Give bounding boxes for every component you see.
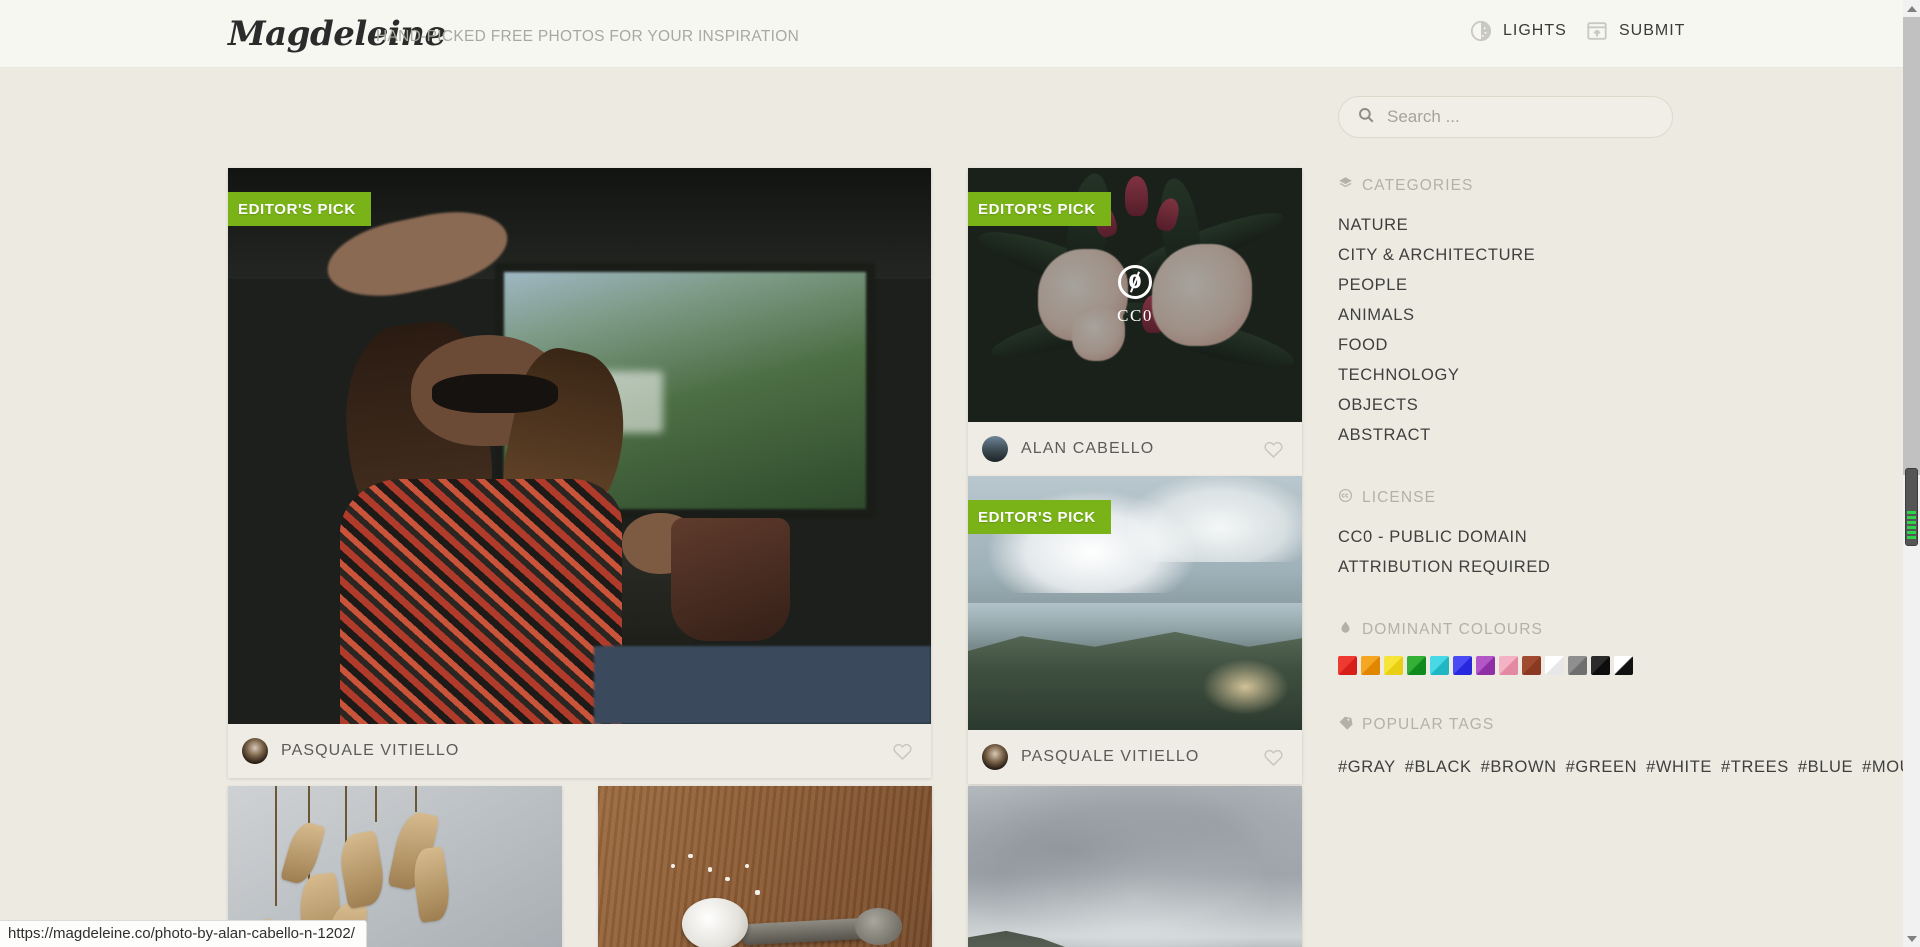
dominant-colours-section: DOMINANT COLOURS — [1338, 620, 1678, 675]
colour-swatch-green[interactable] — [1407, 656, 1426, 675]
favorite-heart-icon[interactable] — [1263, 439, 1284, 460]
sidebar: CATEGORIES NATURE CITY & ARCHITECTURE PE… — [1338, 96, 1920, 786]
colour-swatch-pink[interactable] — [1499, 656, 1518, 675]
lights-contrast-icon — [1470, 20, 1492, 42]
site-header: Magdeleine HAND-PICKED FREE PHOTOS FOR Y… — [0, 0, 1903, 68]
droplet-icon — [1338, 620, 1353, 640]
scroll-up-arrow-icon[interactable] — [1903, 0, 1920, 17]
search-icon — [1357, 106, 1375, 129]
popular-tag-white[interactable]: #WHITE — [1646, 758, 1712, 776]
license-item-attribution[interactable]: ATTRIBUTION REQUIRED — [1338, 552, 1678, 582]
photo-author-name[interactable]: ALAN CABELLO — [1021, 440, 1154, 458]
photo-image-moody-beach — [968, 786, 1302, 947]
submit-photo-button[interactable]: SUBMIT — [1586, 20, 1685, 42]
scrollbar-thumb[interactable] — [1905, 468, 1918, 546]
category-item-technology[interactable]: TECHNOLOGY — [1338, 360, 1678, 390]
lights-toggle-button[interactable]: LIGHTS — [1470, 20, 1567, 42]
photo-card[interactable]: 0 CC0 EDITOR'S PICK ALAN CABELLO — [968, 168, 1302, 476]
colour-swatch-blue[interactable] — [1453, 656, 1472, 675]
scroll-down-arrow-icon[interactable] — [1903, 930, 1920, 947]
license-list: CC0 - PUBLIC DOMAIN ATTRIBUTION REQUIRED — [1338, 522, 1678, 582]
editors-pick-badge: EDITOR'S PICK — [968, 192, 1111, 226]
photo-author-name[interactable]: PASQUALE VITIELLO — [1021, 748, 1199, 766]
colour-swatch-gray[interactable] — [1568, 656, 1587, 675]
colour-swatch-mono[interactable] — [1614, 656, 1633, 675]
category-item-people[interactable]: PEOPLE — [1338, 270, 1678, 300]
scrollbar-track-upper[interactable] — [1903, 17, 1920, 475]
category-item-nature[interactable]: NATURE — [1338, 210, 1678, 240]
photo-thumbnail[interactable] — [968, 786, 1302, 947]
category-item-objects[interactable]: OBJECTS — [1338, 390, 1678, 420]
popular-tag-green[interactable]: #GREEN — [1566, 758, 1637, 776]
dominant-colours-heading: DOMINANT COLOURS — [1338, 620, 1678, 640]
colour-swatch-yellow[interactable] — [1384, 656, 1403, 675]
license-item-cc0[interactable]: CC0 - PUBLIC DOMAIN — [1338, 522, 1678, 552]
vertical-scrollbar[interactable] — [1903, 0, 1920, 947]
categories-section: CATEGORIES NATURE CITY & ARCHITECTURE PE… — [1338, 176, 1678, 450]
search-box[interactable] — [1338, 96, 1673, 138]
site-tagline: HAND-PICKED FREE PHOTOS FOR YOUR INSPIRA… — [376, 28, 800, 45]
category-item-city[interactable]: CITY & ARCHITECTURE — [1338, 240, 1678, 270]
category-item-abstract[interactable]: ABSTRACT — [1338, 420, 1678, 450]
lights-label: LIGHTS — [1503, 22, 1567, 39]
popular-tag-black[interactable]: #BLACK — [1405, 758, 1472, 776]
avatar[interactable] — [982, 744, 1008, 770]
submit-upload-icon — [1586, 20, 1608, 42]
cc-zero-icon: 0 — [1118, 264, 1152, 299]
search-input[interactable] — [1387, 107, 1654, 127]
avatar[interactable] — [982, 436, 1008, 462]
category-item-animals[interactable]: ANIMALS — [1338, 300, 1678, 330]
photo-card[interactable] — [968, 786, 1302, 947]
categories-heading: CATEGORIES — [1338, 176, 1678, 196]
category-item-food[interactable]: FOOD — [1338, 330, 1678, 360]
avatar[interactable] — [242, 738, 268, 764]
popular-tags-list: #GRAY #BLACK #BROWN #GREEN #WHITE #TREES #BLUE… — [1338, 749, 1920, 786]
photo-author-bar: PASQUALE VITIELLO — [228, 724, 931, 778]
scrollbar-grip — [1907, 511, 1916, 541]
colour-swatch-red[interactable] — [1338, 656, 1357, 675]
photo-thumbnail[interactable]: EDITOR'S PICK — [968, 476, 1302, 730]
popular-tags-section: POPULAR TAGS #GRAY #BLACK #BROWN #GREEN #WHI… — [1338, 715, 1920, 786]
photo-card[interactable] — [598, 786, 932, 947]
favorite-heart-icon[interactable] — [892, 741, 913, 762]
popular-tag-trees[interactable]: #TREES — [1721, 758, 1789, 776]
editors-pick-badge: EDITOR'S PICK — [228, 192, 371, 226]
photo-author-bar: PASQUALE VITIELLO — [968, 730, 1302, 784]
photo-author-name[interactable]: PASQUALE VITIELLO — [281, 742, 459, 760]
page-body: EDITOR'S PICK PASQUALE VITIELLO CC0 EDIT… — [0, 68, 1920, 947]
submit-label: SUBMIT — [1619, 22, 1686, 39]
photo-author-bar: ALAN CABELLO — [968, 422, 1302, 476]
colour-swatch-cyan[interactable] — [1430, 656, 1449, 675]
photo-card[interactable]: EDITOR'S PICK PASQUALE VITIELLO — [968, 476, 1302, 784]
popular-tag-blue[interactable]: #BLUE — [1798, 758, 1853, 776]
colour-swatch-orange[interactable] — [1361, 656, 1380, 675]
tag-icon — [1338, 715, 1353, 735]
categories-list: NATURE CITY & ARCHITECTURE PEOPLE ANIMAL… — [1338, 210, 1678, 450]
colour-swatch-black[interactable] — [1591, 656, 1610, 675]
creative-commons-icon — [1338, 488, 1353, 508]
license-section: LICENSE CC0 - PUBLIC DOMAIN ATTRIBUTION … — [1338, 488, 1678, 582]
photo-thumbnail[interactable]: 0 CC0 EDITOR'S PICK — [968, 168, 1302, 422]
editors-pick-badge: EDITOR'S PICK — [968, 500, 1111, 534]
photo-thumbnail[interactable] — [598, 786, 932, 947]
popular-tag-brown[interactable]: #BROWN — [1481, 758, 1557, 776]
cc-zero-label: CC0 — [1117, 305, 1153, 325]
popular-tag-gray[interactable]: #GRAY — [1338, 758, 1396, 776]
favorite-heart-icon[interactable] — [1263, 747, 1284, 768]
layers-icon — [1338, 176, 1353, 196]
popular-tags-heading: POPULAR TAGS — [1338, 715, 1678, 735]
photo-thumbnail[interactable]: EDITOR'S PICK — [228, 168, 931, 724]
photo-card[interactable]: EDITOR'S PICK PASQUALE VITIELLO — [228, 168, 931, 778]
colour-swatch-list — [1338, 656, 1678, 675]
photo-image-woman-in-car — [228, 168, 931, 724]
colour-swatch-white[interactable] — [1545, 656, 1564, 675]
photo-image-salt-spoon — [598, 786, 932, 947]
status-bar-url: https://magdeleine.co/photo-by-alan-cabe… — [0, 920, 367, 947]
license-heading: LICENSE — [1338, 488, 1678, 508]
colour-swatch-purple[interactable] — [1476, 656, 1495, 675]
colour-swatch-brown[interactable] — [1522, 656, 1541, 675]
